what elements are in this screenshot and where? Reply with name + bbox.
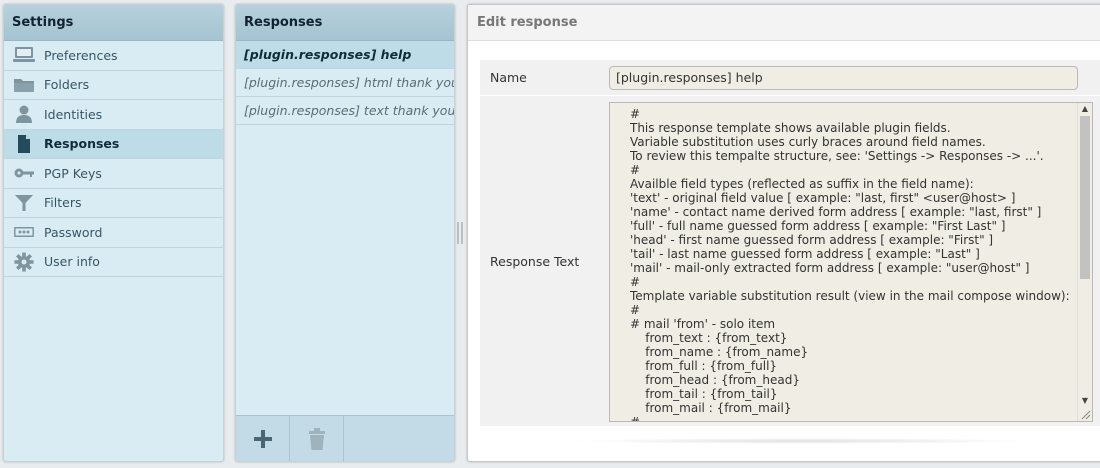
name-input[interactable]: [plugin.responses] help <box>609 66 1078 90</box>
sidebar-item-label: Password <box>44 224 103 240</box>
sidebar-item-label: Folders <box>44 77 90 93</box>
resize-grip-icon[interactable] <box>1081 410 1091 420</box>
edit-title: Edit response <box>468 5 1100 41</box>
settings-panel: Settings Preferences Folders Identities Res… <box>3 4 224 462</box>
text-field-wrap: # This response template shows available… <box>609 96 1093 426</box>
sidebar-item-label: Filters <box>44 195 82 211</box>
scroll-up-icon[interactable]: ▲ <box>1078 103 1092 115</box>
sidebar-item-pgp-keys[interactable]: PGP Keys <box>4 159 223 189</box>
response-list-item[interactable]: [plugin.responses] text thank you <box>236 97 454 125</box>
settings-list: Preferences Folders Identities Responses PGP… <box>4 41 223 277</box>
responses-footer <box>236 415 454 461</box>
sidebar-item-label: User info <box>44 254 100 270</box>
text-scrollbar[interactable]: ▲ ▼ <box>1077 103 1092 421</box>
sidebar-item-password[interactable]: Password <box>4 218 223 248</box>
trash-icon <box>308 428 325 450</box>
responses-title: Responses <box>236 5 454 41</box>
sidebar-item-label: Responses <box>44 136 120 152</box>
document-icon <box>12 133 36 155</box>
text-row: Response Text # This response template s… <box>480 96 1100 427</box>
gear-icon <box>12 251 36 273</box>
responses-list: [plugin.responses] help [plugin.responses… <box>236 41 454 125</box>
response-list-item[interactable]: [plugin.responses] html thank you <box>236 69 454 97</box>
folder-icon <box>12 74 36 96</box>
sidebar-item-label: Preferences <box>44 47 118 63</box>
sidebar-item-label: Identities <box>44 106 103 122</box>
responses-panel: Responses [plugin.responses] help [plugin… <box>235 4 455 462</box>
response-list-item[interactable]: [plugin.responses] help <box>236 41 454 69</box>
sidebar-item-folders[interactable]: Folders <box>4 71 223 100</box>
key-icon <box>12 162 36 184</box>
scroll-thumb[interactable] <box>1080 116 1090 279</box>
response-text-content[interactable]: # This response template shows available… <box>610 103 1077 421</box>
response-text-area[interactable]: # This response template shows available… <box>609 102 1093 422</box>
scroll-down-icon[interactable]: ▼ <box>1078 395 1092 407</box>
sidebar-item-preferences[interactable]: Preferences <box>4 41 223 71</box>
add-response-button[interactable] <box>236 416 290 461</box>
panel-splitter[interactable] <box>457 222 463 244</box>
sidebar-item-filters[interactable]: Filters <box>4 189 223 218</box>
sidebar-item-user-info[interactable]: User info <box>4 248 223 277</box>
sidebar-item-label: PGP Keys <box>44 165 102 181</box>
monitor-icon <box>12 44 36 66</box>
settings-title: Settings <box>4 5 223 41</box>
response-text-label: Response Text <box>490 253 580 269</box>
name-field-wrap: [plugin.responses] help <box>609 60 1078 95</box>
form-shadow <box>568 438 1038 444</box>
delete-response-button[interactable] <box>290 416 344 461</box>
person-icon <box>12 103 36 125</box>
plus-icon <box>253 430 272 448</box>
edit-form: Name [plugin.responses] help Response Te… <box>480 60 1100 427</box>
sidebar-item-responses[interactable]: Responses <box>4 129 223 159</box>
name-row: Name [plugin.responses] help <box>480 60 1100 96</box>
filter-icon <box>12 192 36 214</box>
sidebar-item-identities[interactable]: Identities <box>4 100 223 130</box>
name-label: Name <box>490 70 527 85</box>
edit-response-panel: Edit response Name [plugin.responses] he… <box>467 4 1100 462</box>
password-icon <box>12 221 36 243</box>
